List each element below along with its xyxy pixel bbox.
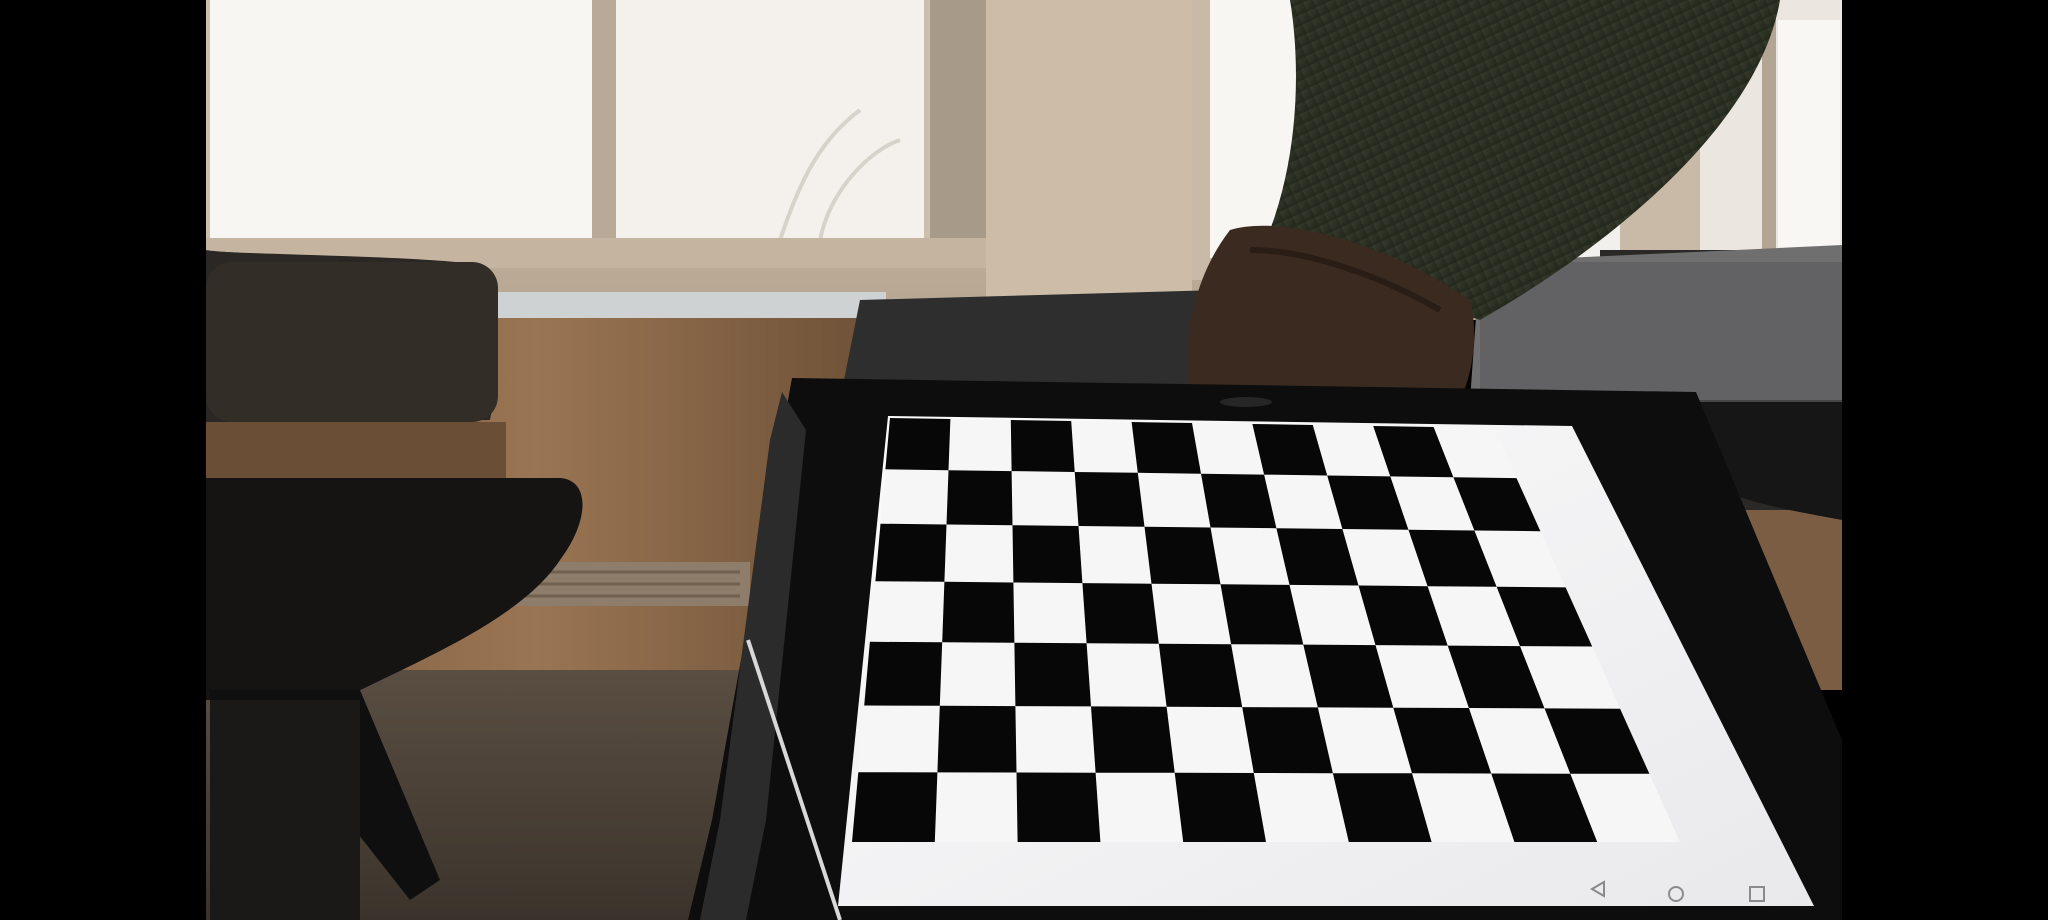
tablet <box>688 378 1842 920</box>
checker-square-dark <box>946 470 1013 526</box>
checker-square-dark <box>1016 772 1101 842</box>
letterbox-left <box>0 0 206 920</box>
backpack-left <box>206 262 498 422</box>
checker-square-dark <box>1091 706 1175 773</box>
media-viewer <box>0 0 2048 920</box>
checker-square-dark <box>864 641 943 706</box>
checker-square-dark <box>1010 420 1075 472</box>
checker-square-dark <box>1082 583 1159 644</box>
window-sill <box>486 292 886 322</box>
letterbox-right <box>1842 0 2048 920</box>
checker-square-dark <box>1144 526 1221 585</box>
checker-square-dark <box>875 523 947 582</box>
checker-square-dark <box>937 705 1017 773</box>
checker-square-dark <box>885 418 951 471</box>
checker-square-dark <box>852 772 938 842</box>
wall-pillar <box>986 0 1192 300</box>
checker-square-dark <box>1014 642 1091 707</box>
window-left <box>206 0 996 268</box>
checker-square-dark <box>942 581 1015 643</box>
checker-square-dark <box>1201 473 1277 529</box>
checker-square-dark <box>1242 707 1333 774</box>
checker-square-dark <box>1012 525 1083 584</box>
checker-square-dark <box>1158 643 1243 708</box>
checker-square-dark <box>1074 472 1145 527</box>
checker-square-dark <box>1174 772 1266 842</box>
checker-square-dark <box>1131 422 1201 474</box>
checker-square-dark <box>1220 584 1304 645</box>
video-frame <box>0 0 2048 920</box>
